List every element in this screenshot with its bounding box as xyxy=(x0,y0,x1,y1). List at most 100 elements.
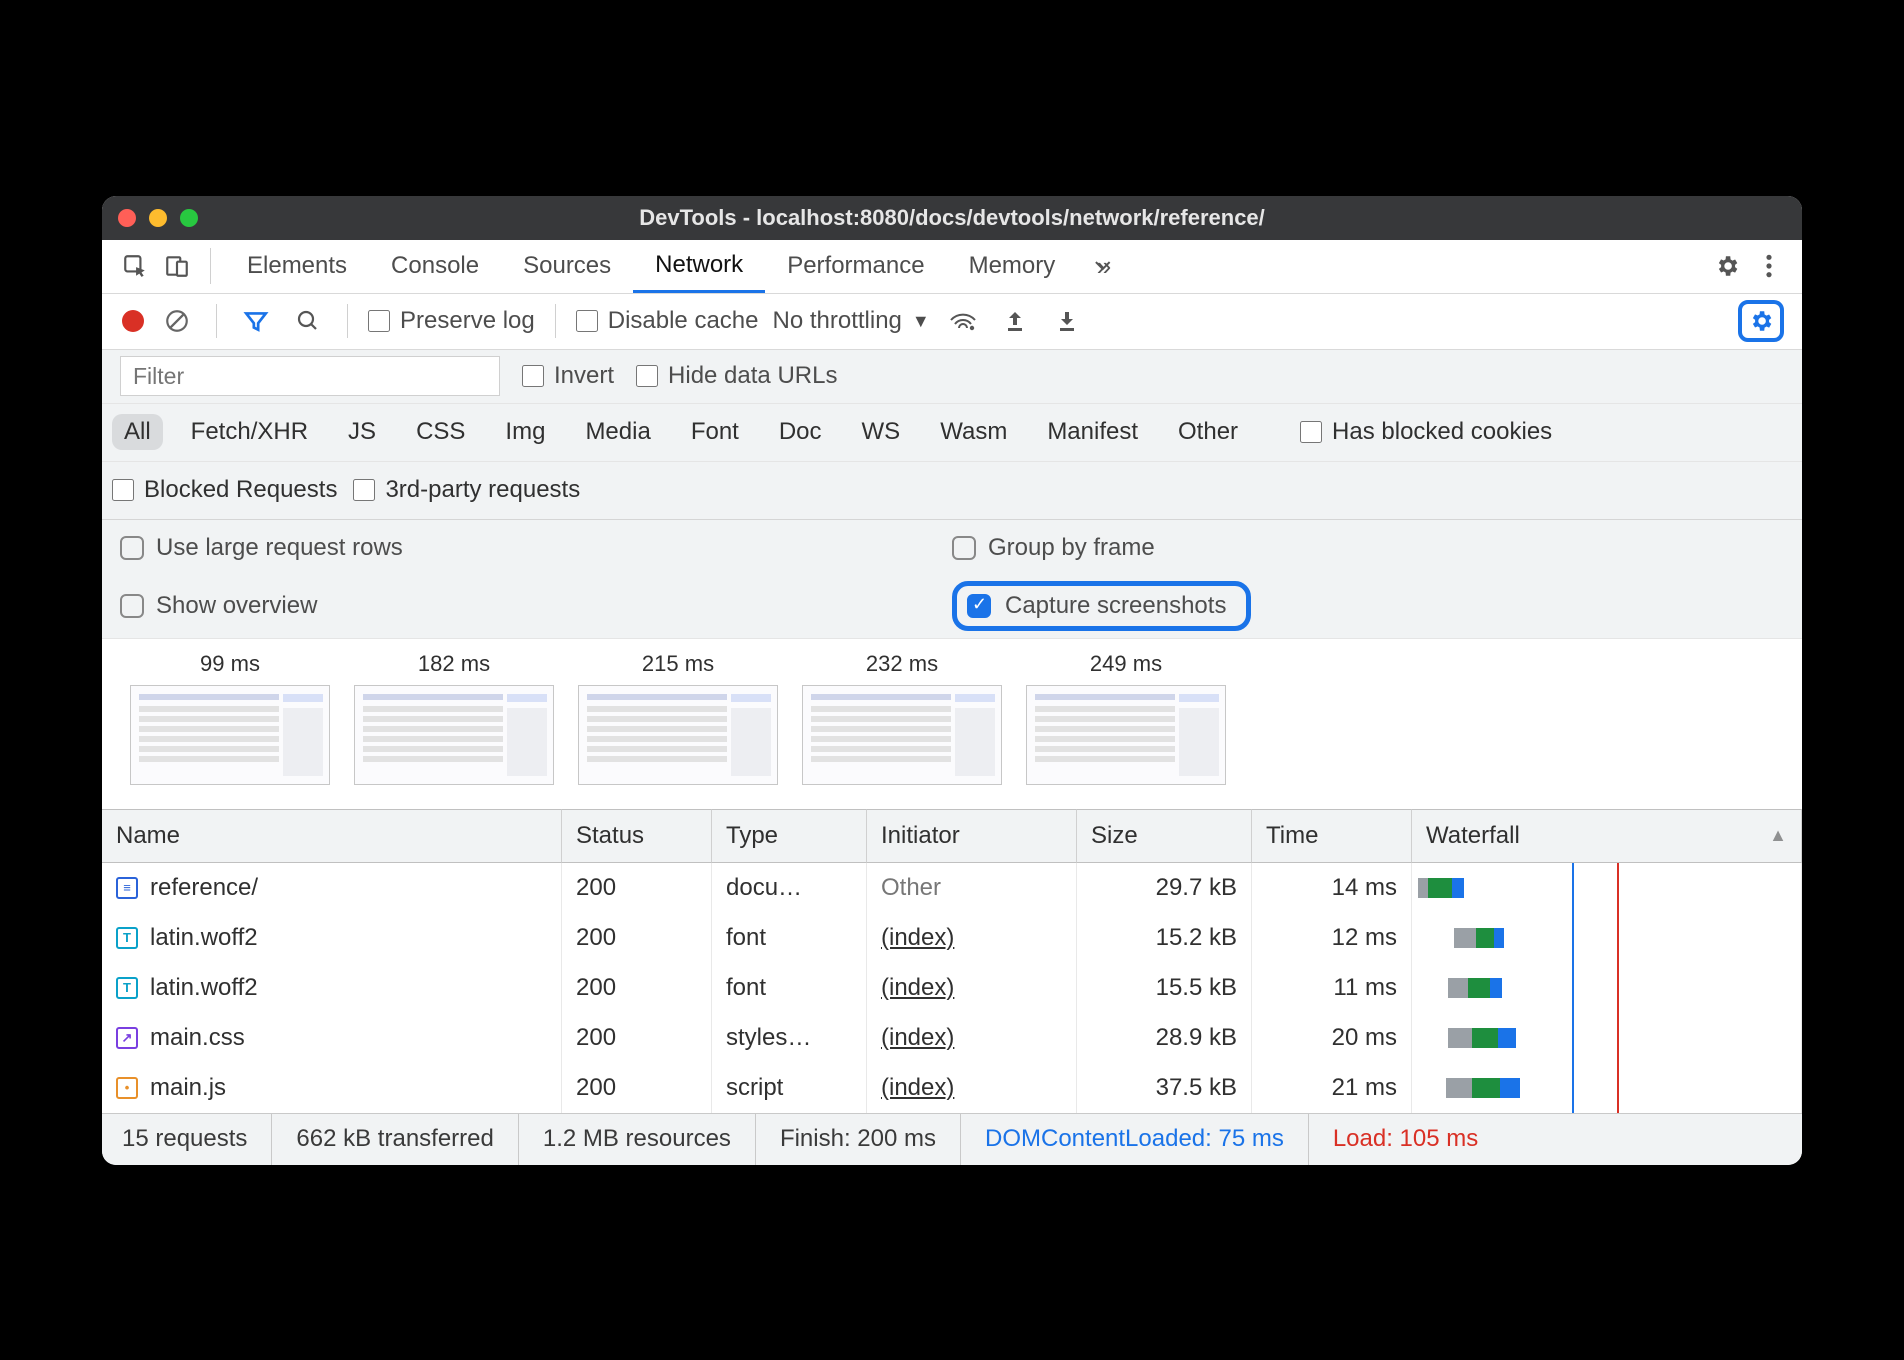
disable-cache-label: Disable cache xyxy=(608,307,759,335)
file-type-icon: • xyxy=(116,1077,138,1099)
file-type-icon: T xyxy=(116,977,138,999)
clear-icon[interactable] xyxy=(158,302,196,340)
settings-gear-icon[interactable] xyxy=(1708,247,1746,285)
capture-screenshots-checkbox[interactable]: Capture screenshots xyxy=(952,581,1251,631)
invert-checkbox[interactable]: Invert xyxy=(522,362,614,390)
cell-waterfall xyxy=(1412,963,1802,1013)
screenshot-image xyxy=(130,685,330,785)
throttling-dropdown[interactable]: No throttling ▼ xyxy=(772,307,929,335)
request-name: main.js xyxy=(150,1074,226,1102)
column-header-initiator[interactable]: Initiator xyxy=(867,809,1077,863)
record-button[interactable] xyxy=(122,310,144,332)
screenshot-thumb[interactable]: 99 ms xyxy=(130,651,330,785)
network-settings-button[interactable] xyxy=(1738,300,1784,342)
network-conditions-icon[interactable] xyxy=(944,302,982,340)
group-by-frame-checkbox[interactable]: Group by frame xyxy=(952,526,1784,570)
filter-chip-media[interactable]: Media xyxy=(573,414,662,450)
status-domcontentloaded: DOMContentLoaded: 75 ms xyxy=(961,1114,1309,1165)
cell-initiator[interactable]: (index) xyxy=(867,1063,1077,1113)
cell-name[interactable]: • main.js xyxy=(102,1063,562,1113)
has-blocked-cookies-checkbox[interactable]: Has blocked cookies xyxy=(1300,418,1552,446)
cell-time: 14 ms xyxy=(1252,863,1412,913)
tab-console[interactable]: Console xyxy=(369,239,501,293)
window-title: DevTools - localhost:8080/docs/devtools/… xyxy=(118,205,1786,231)
panel-tabs: ElementsConsoleSourcesNetworkPerformance… xyxy=(102,240,1802,294)
cell-initiator[interactable]: (index) xyxy=(867,963,1077,1013)
show-overview-label: Show overview xyxy=(156,592,317,620)
cell-time: 12 ms xyxy=(1252,913,1412,963)
filter-chip-doc[interactable]: Doc xyxy=(767,414,834,450)
cell-initiator[interactable]: (index) xyxy=(867,1013,1077,1063)
hide-data-urls-checkbox[interactable]: Hide data URLs xyxy=(636,362,837,390)
cell-name[interactable]: Tlatin.woff2 xyxy=(102,913,562,963)
use-large-rows-label: Use large request rows xyxy=(156,534,403,562)
cell-size: 37.5 kB xyxy=(1077,1063,1252,1113)
tab-sources[interactable]: Sources xyxy=(501,239,633,293)
cell-type: font xyxy=(712,913,867,963)
preserve-log-label: Preserve log xyxy=(400,307,535,335)
tab-memory[interactable]: Memory xyxy=(947,239,1078,293)
tab-performance[interactable]: Performance xyxy=(765,239,946,293)
screenshot-thumb[interactable]: 232 ms xyxy=(802,651,1002,785)
cell-status: 200 xyxy=(562,963,712,1013)
column-header-status[interactable]: Status xyxy=(562,809,712,863)
tab-elements[interactable]: Elements xyxy=(225,239,369,293)
cell-initiator[interactable]: (index) xyxy=(867,913,1077,963)
screenshot-image xyxy=(354,685,554,785)
filter-chip-img[interactable]: Img xyxy=(493,414,557,450)
filter-chip-font[interactable]: Font xyxy=(679,414,751,450)
disable-cache-checkbox[interactable]: Disable cache xyxy=(576,307,759,335)
upload-icon[interactable] xyxy=(996,302,1034,340)
filter-chip-wasm[interactable]: Wasm xyxy=(928,414,1019,450)
filter-chip-fetchxhr[interactable]: Fetch/XHR xyxy=(179,414,320,450)
blocked-requests-checkbox[interactable]: Blocked Requests xyxy=(112,476,337,504)
filter-chip-ws[interactable]: WS xyxy=(850,414,913,450)
search-icon[interactable] xyxy=(289,302,327,340)
use-large-rows-checkbox[interactable]: Use large request rows xyxy=(120,526,952,570)
filter-chip-js[interactable]: JS xyxy=(336,414,388,450)
filter-chip-css[interactable]: CSS xyxy=(404,414,477,450)
filter-chip-all[interactable]: All xyxy=(112,414,163,450)
screenshot-time-label: 99 ms xyxy=(200,651,260,677)
screenshot-time-label: 232 ms xyxy=(866,651,938,677)
column-header-type[interactable]: Type xyxy=(712,809,867,863)
request-name: latin.woff2 xyxy=(150,924,258,952)
extra-filters: Blocked Requests 3rd-party requests xyxy=(102,462,1802,520)
screenshot-thumb[interactable]: 182 ms xyxy=(354,651,554,785)
cell-size: 15.2 kB xyxy=(1077,913,1252,963)
cell-type: font xyxy=(712,963,867,1013)
network-toolbar: Preserve log Disable cache No throttling… xyxy=(102,294,1802,350)
cell-name[interactable]: ↗main.css xyxy=(102,1013,562,1063)
filter-icon[interactable] xyxy=(237,302,275,340)
requests-table: NameStatusTypeInitiatorSizeTimeWaterfall… xyxy=(102,809,1802,1113)
column-header-time[interactable]: Time xyxy=(1252,809,1412,863)
show-overview-checkbox[interactable]: Show overview xyxy=(120,584,952,628)
more-tabs-icon[interactable]: » xyxy=(1091,247,1129,285)
status-resources: 1.2 MB resources xyxy=(519,1114,756,1165)
network-settings-panel: Use large request rows Group by frame Sh… xyxy=(102,520,1802,639)
column-header-size[interactable]: Size xyxy=(1077,809,1252,863)
cell-status: 200 xyxy=(562,913,712,963)
screenshot-thumb[interactable]: 215 ms xyxy=(578,651,778,785)
tab-network[interactable]: Network xyxy=(633,239,765,293)
filter-chip-manifest[interactable]: Manifest xyxy=(1035,414,1150,450)
file-type-icon: ≡ xyxy=(116,877,138,899)
column-header-name[interactable]: Name xyxy=(102,809,562,863)
screenshot-thumb[interactable]: 249 ms xyxy=(1026,651,1226,785)
cell-size: 15.5 kB xyxy=(1077,963,1252,1013)
inspect-icon[interactable] xyxy=(116,247,154,285)
request-name: latin.woff2 xyxy=(150,974,258,1002)
third-party-checkbox[interactable]: 3rd-party requests xyxy=(353,476,580,504)
filter-input[interactable] xyxy=(120,356,500,396)
cell-name[interactable]: ≡reference/ xyxy=(102,863,562,913)
cell-name[interactable]: Tlatin.woff2 xyxy=(102,963,562,1013)
screenshot-time-label: 249 ms xyxy=(1090,651,1162,677)
third-party-label: 3rd-party requests xyxy=(385,476,580,504)
kebab-menu-icon[interactable] xyxy=(1750,247,1788,285)
filter-chip-other[interactable]: Other xyxy=(1166,414,1250,450)
preserve-log-checkbox[interactable]: Preserve log xyxy=(368,307,535,335)
cell-type: styles… xyxy=(712,1013,867,1063)
device-toggle-icon[interactable] xyxy=(158,247,196,285)
column-header-waterfall[interactable]: Waterfall▲ xyxy=(1412,809,1802,863)
download-icon[interactable] xyxy=(1048,302,1086,340)
